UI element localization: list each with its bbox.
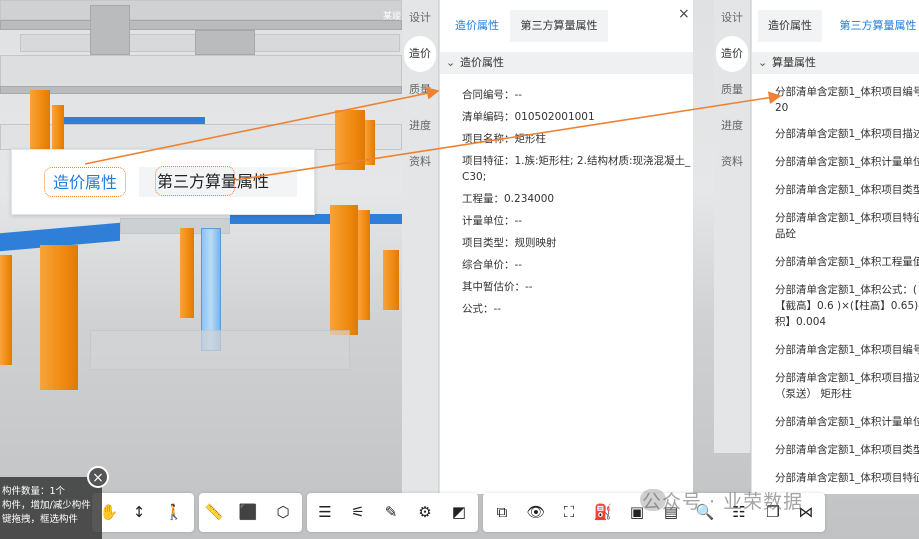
paint-bucket-icon[interactable]: ⛽: [592, 501, 614, 523]
toolbar-group-tools: ☰ ⚟ ✎ ⚙ ◩: [307, 493, 478, 532]
watermark: 公众号 · 业荣数据: [642, 491, 804, 513]
close-icon[interactable]: ×: [87, 466, 109, 488]
tree-list-icon[interactable]: ☰: [314, 501, 336, 523]
cube-section-icon[interactable]: ⬛: [237, 501, 259, 523]
arrow-to-third-tab: [235, 91, 782, 181]
cube-view-icon[interactable]: ⬡: [272, 501, 294, 523]
vertical-move-icon[interactable]: ↕: [128, 501, 150, 523]
toolbar-group-measure: 📏 ⬛ ⬡: [199, 493, 302, 532]
fill-square-icon[interactable]: ◩: [448, 501, 470, 523]
info-hint: 构件，增加/减少构件: [2, 500, 91, 511]
sliders-icon[interactable]: ⚟: [347, 501, 369, 523]
ruler-icon[interactable]: 📏: [203, 501, 225, 523]
edit-doc-icon[interactable]: ✎: [380, 501, 402, 523]
info-count: 构件数量：1个: [2, 486, 66, 497]
annotation-arrows: [84, 87, 782, 181]
selection-info-box: 构件数量：1个 构件，增加/减少构件 键拖拽，框选构件: [0, 477, 102, 539]
camera-icon[interactable]: ⧉: [491, 501, 513, 523]
toolbar-group-navigation: ✋ ↕ 🚶: [92, 493, 194, 532]
info-hint: 键拖拽，框选构件: [2, 514, 79, 525]
person-icon[interactable]: 🚶: [163, 501, 185, 523]
eye-scan-icon[interactable]: 👁: [525, 501, 547, 523]
crop-icon[interactable]: ⛶: [558, 501, 580, 523]
settings-gear-icon[interactable]: ⚙: [414, 501, 436, 523]
arrow-to-cost-tab: [84, 87, 440, 165]
